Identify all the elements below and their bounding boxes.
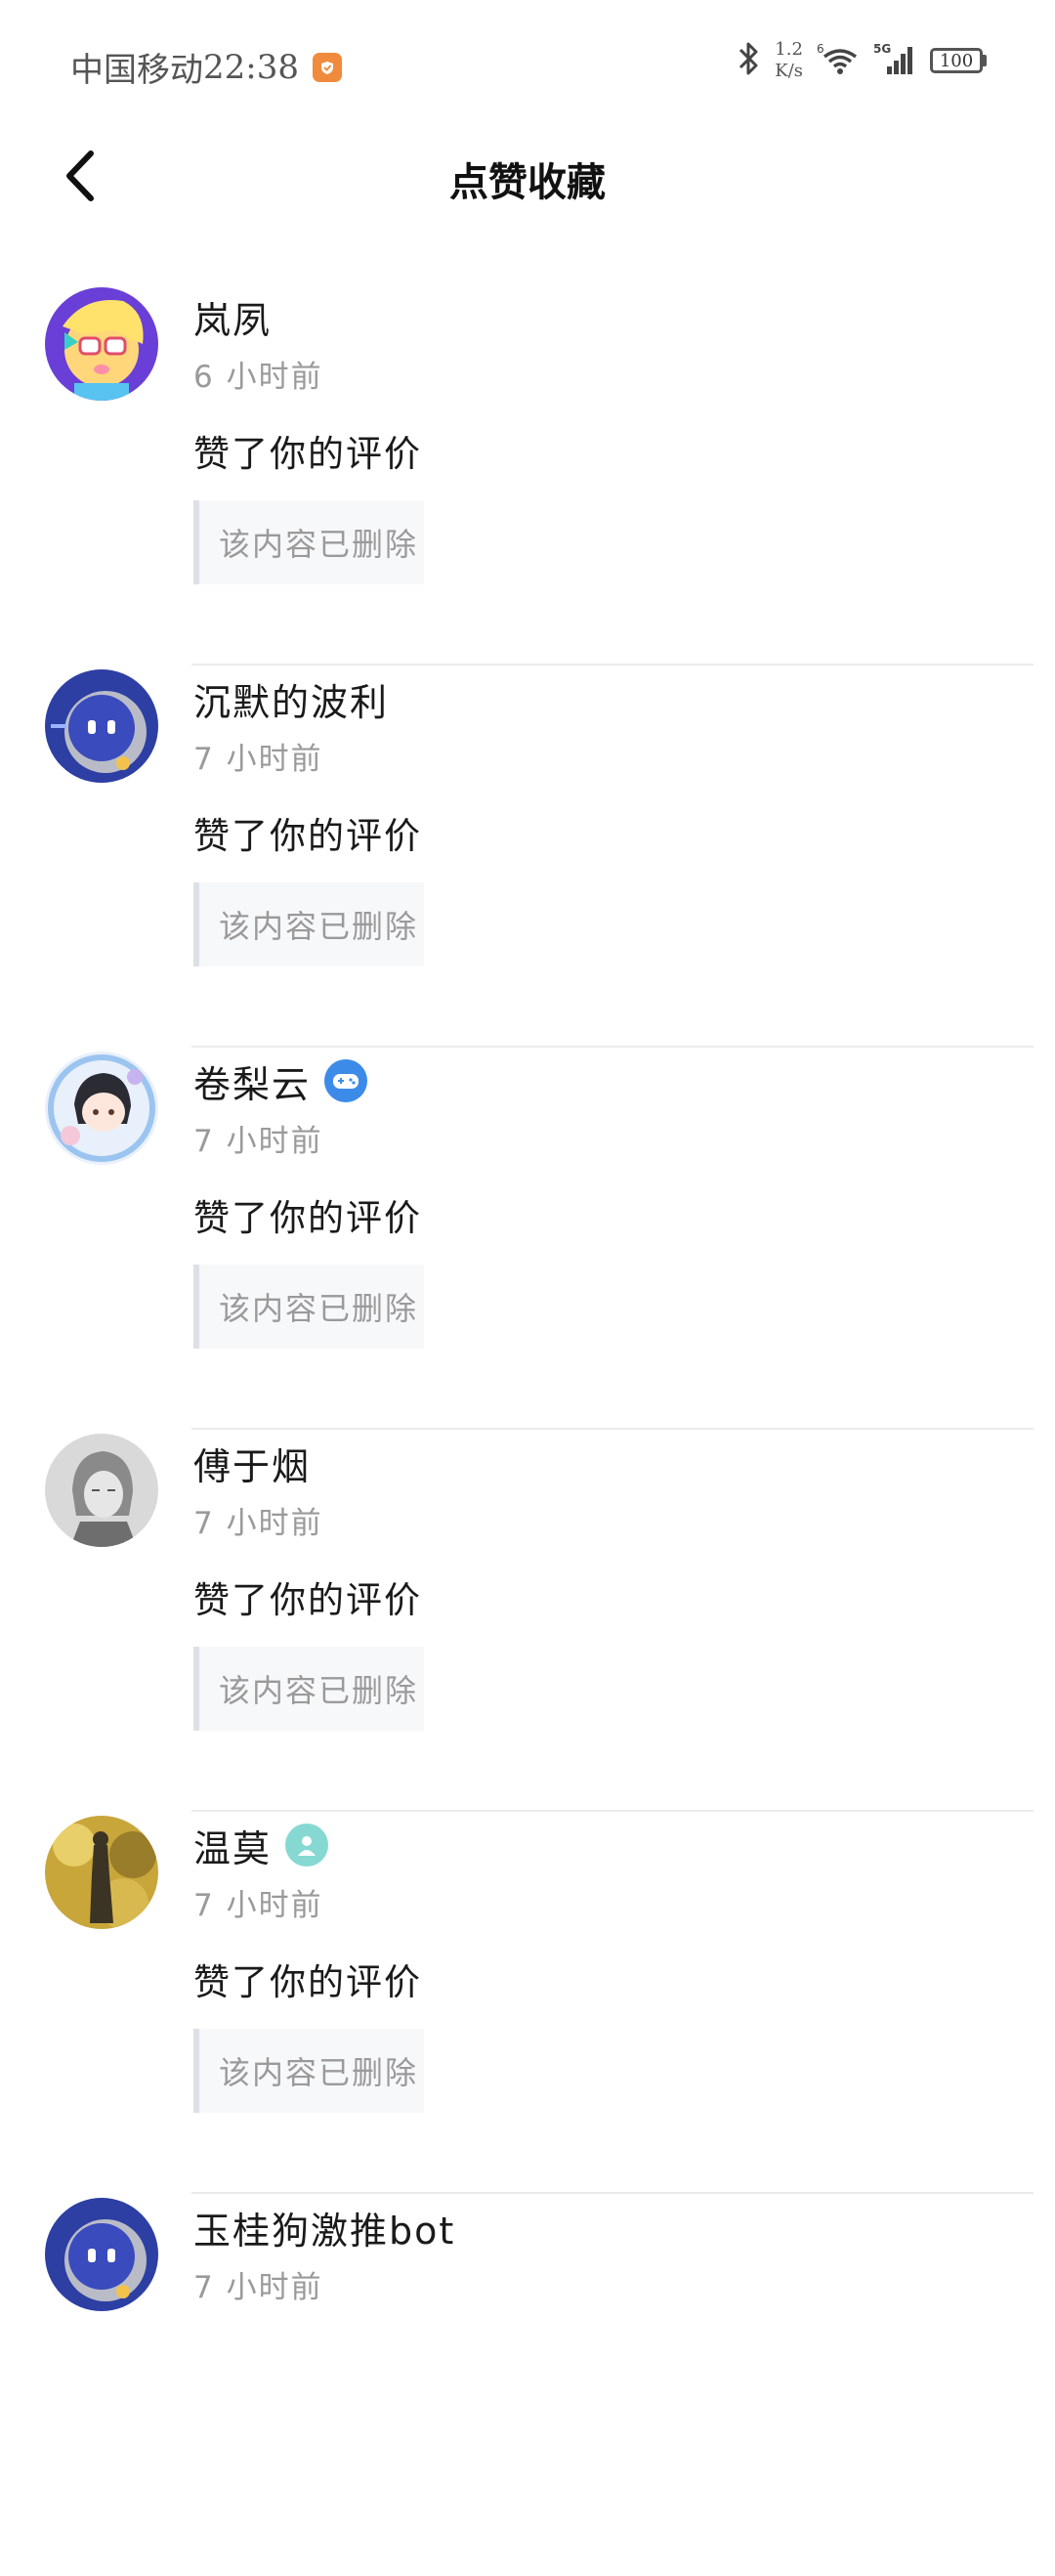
timestamp: 7 小时前 <box>193 1124 323 1159</box>
item-content: 玉桂狗激推bot 7 小时前 <box>193 2194 1055 2306</box>
quoted-content[interactable]: 该内容已删除 <box>193 500 424 584</box>
svg-text:5G: 5G <box>873 42 891 56</box>
list-item[interactable]: 傅于烟 7 小时前 赞了你的评价 该内容已删除 <box>0 1430 1055 1812</box>
carrier-label: 中国移动 <box>70 51 203 90</box>
wifi-icon: 6 <box>817 41 860 80</box>
app-notification-icon <box>312 52 342 82</box>
action-text: 赞了你的评价 <box>193 1579 422 1621</box>
avatar[interactable] <box>45 1052 158 1165</box>
list-item[interactable]: 沉默的波利 7 小时前 赞了你的评价 该内容已删除 <box>0 665 1055 1048</box>
status-right: 1.2 K/s 6 5G 100 <box>736 39 987 82</box>
network-speed: 1.2 K/s <box>775 39 803 82</box>
battery-tip <box>983 55 987 66</box>
item-content: 岚夙 6 小时前 赞了你的评价 该内容已删除 <box>193 283 1055 584</box>
top-nav-bar: 点赞收藏 <box>0 127 1055 225</box>
action-text: 赞了你的评价 <box>193 1197 422 1239</box>
quoted-content[interactable]: 该内容已删除 <box>193 2029 424 2113</box>
action-text: 赞了你的评价 <box>193 1961 422 2003</box>
network-speed-unit: K/s <box>775 61 803 81</box>
user-name[interactable]: 玉桂狗激推bot <box>193 2201 455 2254</box>
user-name[interactable]: 傅于烟 <box>193 1437 311 1490</box>
cellular-signal-icon: 5G <box>873 41 916 80</box>
bluetooth-icon <box>736 40 761 81</box>
quoted-content[interactable]: 该内容已删除 <box>193 882 424 966</box>
page-title: 点赞收藏 <box>449 160 606 205</box>
timestamp: 7 小时前 <box>193 2270 323 2305</box>
action-text: 赞了你的评价 <box>193 433 422 475</box>
avatar[interactable] <box>45 1434 158 1547</box>
name-row: 岚夙 <box>193 287 1055 346</box>
list-item[interactable]: 玉桂狗激推bot 7 小时前 <box>0 2194 1055 2576</box>
battery-level: 100 <box>930 48 983 73</box>
item-content: 沉默的波利 7 小时前 赞了你的评价 该内容已删除 <box>193 665 1055 966</box>
status-bar: 中国移动 22:38 1.2 K/s 6 5G 100 <box>0 0 1055 127</box>
list-item[interactable]: 温莫 7 小时前 赞了你的评价 该内容已删除 <box>0 1812 1055 2194</box>
item-content: 卷梨云 7 小时前 赞了你的评价 该内容已删除 <box>193 1048 1055 1349</box>
quoted-content[interactable]: 该内容已删除 <box>193 1265 424 1349</box>
name-row: 卷梨云 <box>193 1052 1055 1110</box>
user-name[interactable]: 卷梨云 <box>193 1054 311 1108</box>
network-speed-value: 1.2 <box>775 39 803 60</box>
timestamp: 7 小时前 <box>193 742 323 777</box>
name-row: 温莫 <box>193 1816 1055 1874</box>
avatar[interactable] <box>45 1816 158 1929</box>
item-content: 温莫 7 小时前 赞了你的评价 该内容已删除 <box>193 1812 1055 2113</box>
user-name[interactable]: 沉默的波利 <box>193 672 389 726</box>
list-item[interactable]: 卷梨云 7 小时前 赞了你的评价 该内容已删除 <box>0 1048 1055 1430</box>
status-left: 中国移动 22:38 <box>70 43 342 91</box>
name-row: 傅于烟 <box>193 1434 1055 1492</box>
timestamp: 6 小时前 <box>193 360 323 395</box>
quoted-content[interactable]: 该内容已删除 <box>193 1647 424 1731</box>
avatar[interactable] <box>45 669 158 783</box>
list-item[interactable]: 岚夙 6 小时前 赞了你的评价 该内容已删除 <box>0 283 1055 665</box>
timestamp: 7 小时前 <box>193 1888 323 1923</box>
user-name[interactable]: 岚夙 <box>193 290 272 344</box>
item-content: 傅于烟 7 小时前 赞了你的评价 该内容已删除 <box>193 1430 1055 1731</box>
clock: 22:38 <box>203 47 299 87</box>
likes-favorites-list: 岚夙 6 小时前 赞了你的评价 该内容已删除 沉默的波利 7 小时前 赞了你的评… <box>0 283 1055 2576</box>
action-text: 赞了你的评价 <box>193 815 422 857</box>
timestamp: 7 小时前 <box>193 1506 323 1541</box>
user-name[interactable]: 温莫 <box>193 1819 272 1872</box>
svg-text:6: 6 <box>817 42 824 56</box>
battery-icon: 100 <box>930 48 987 73</box>
gamepad-badge-icon <box>324 1059 368 1102</box>
name-row: 沉默的波利 <box>193 669 1055 728</box>
avatar[interactable] <box>45 287 158 401</box>
avatar[interactable] <box>45 2198 158 2311</box>
name-row: 玉桂狗激推bot <box>193 2198 1055 2256</box>
profile-badge-icon <box>285 1824 329 1867</box>
